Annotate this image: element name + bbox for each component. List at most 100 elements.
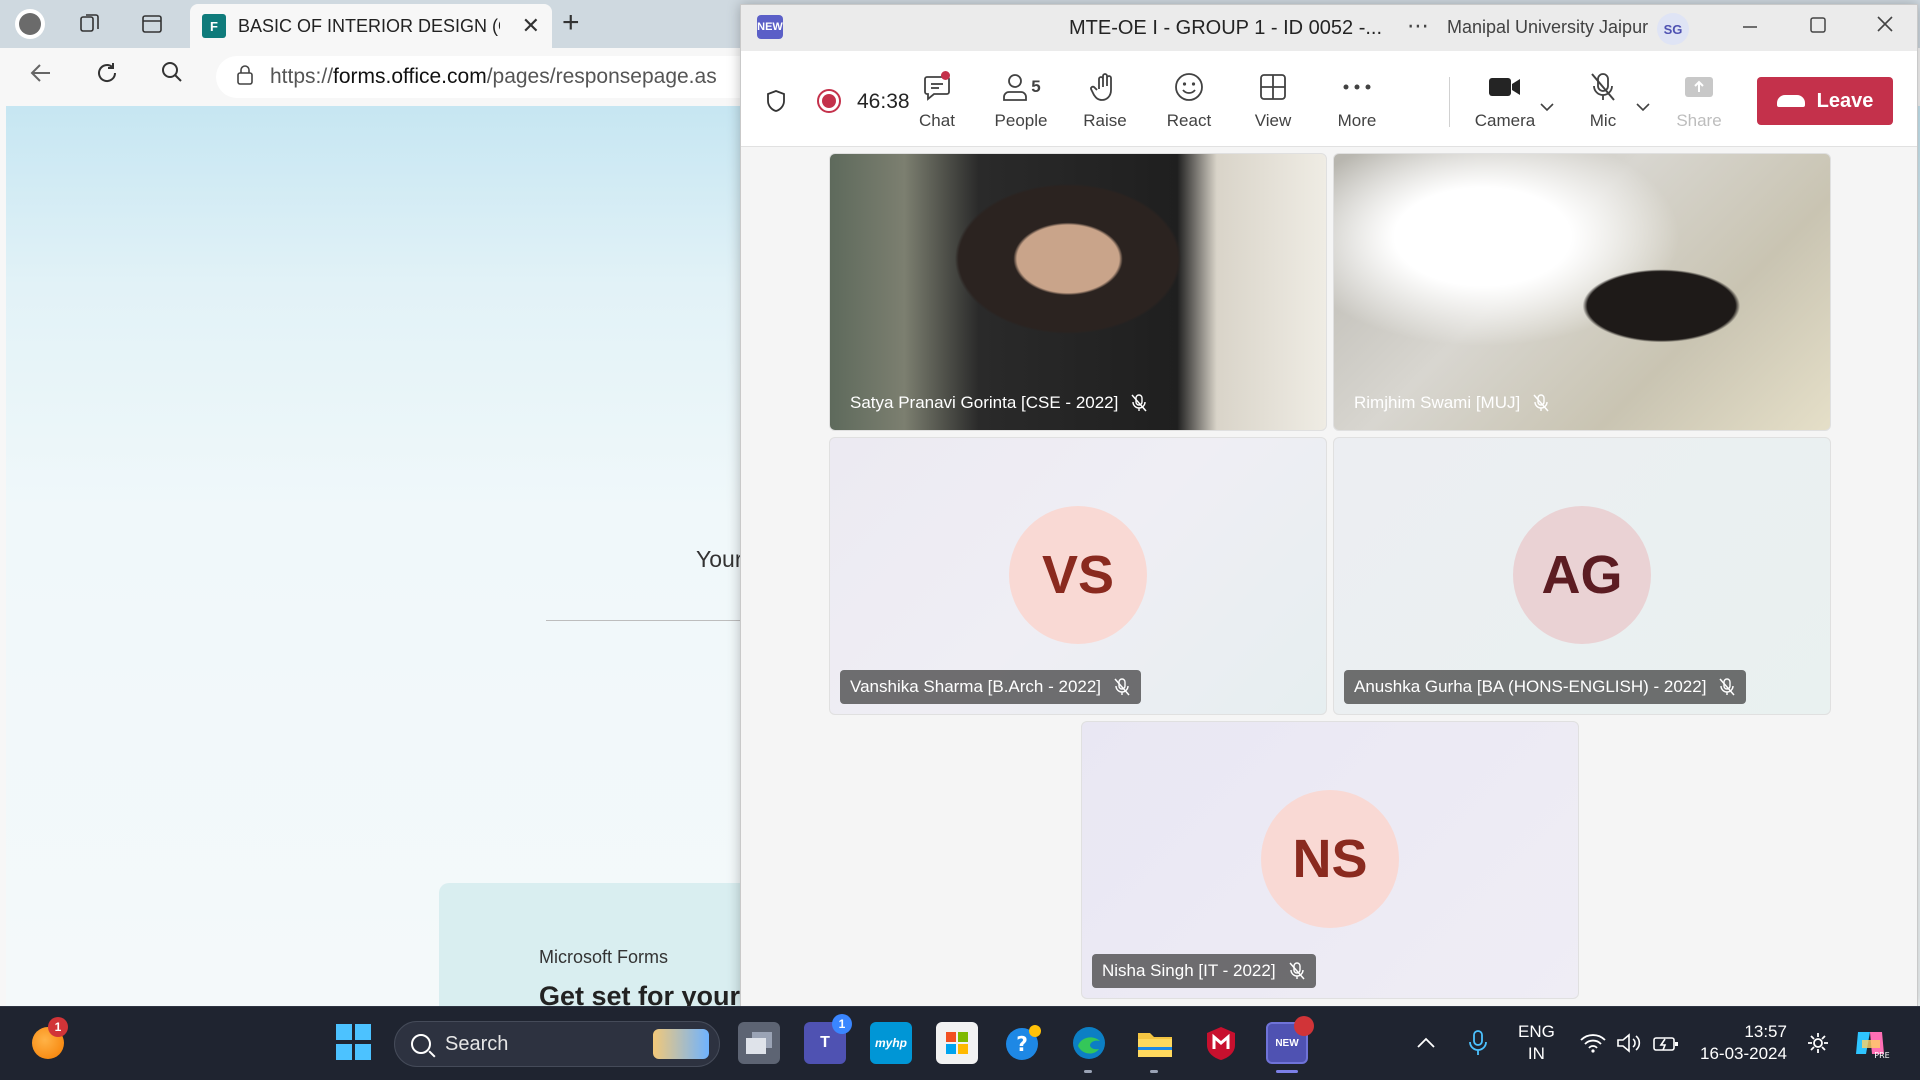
mic-off-icon [1131, 394, 1147, 412]
edge-browser-icon[interactable] [1068, 1022, 1110, 1064]
language-indicator[interactable]: ENG IN [1518, 1006, 1555, 1080]
org-name[interactable]: Manipal University Jaipur [1447, 17, 1648, 38]
myhp-icon[interactable]: myhp [870, 1022, 912, 1064]
react-button[interactable]: React [1149, 67, 1229, 131]
more-button[interactable]: More [1317, 67, 1397, 131]
app-running-indicator [1150, 1070, 1158, 1073]
avatar[interactable]: SG [1657, 13, 1689, 45]
page-partial-text: Your [696, 546, 743, 572]
participant-tile[interactable]: Satya Pranavi Gorinta [CSE - 2022] [829, 153, 1327, 431]
url-text: https://forms.office.com/pages/responsep… [270, 65, 717, 88]
taskbar-search-input[interactable]: Search [394, 1021, 720, 1067]
camera-icon [1465, 67, 1545, 107]
minimize-icon[interactable] [1741, 13, 1759, 43]
shield-icon[interactable] [765, 89, 787, 113]
wifi-icon[interactable] [1580, 1006, 1606, 1080]
notifications-gear-icon[interactable] [1806, 1006, 1830, 1080]
video-gallery: Satya Pranavi Gorinta [CSE - 2022] Rimjh… [741, 147, 1917, 1007]
participant-name-tag: Rimjhim Swami [MUJ] [1344, 386, 1560, 420]
profile-avatar-icon[interactable] [14, 8, 46, 40]
teams-logo-icon: NEW [757, 15, 783, 39]
participant-tile[interactable]: AG Anushka Gurha [BA (HONS-ENGLISH) - 20… [1333, 437, 1831, 715]
new-tab-icon[interactable]: + [562, 6, 580, 40]
meeting-title: MTE-OE I - GROUP 1 - ID 0052 -... [1069, 17, 1383, 39]
close-icon[interactable] [1875, 13, 1895, 43]
battery-icon[interactable] [1652, 1006, 1680, 1080]
forms-icon: F [202, 14, 226, 38]
mic-off-icon [1719, 678, 1735, 696]
workspaces-icon[interactable] [74, 8, 106, 40]
microphone-icon[interactable] [1468, 1006, 1488, 1080]
participant-name-tag: Anushka Gurha [BA (HONS-ENGLISH) - 2022] [1344, 670, 1747, 704]
maximize-icon[interactable] [1809, 13, 1827, 43]
teams-meeting-window: NEW MTE-OE I - GROUP 1 - ID 0052 -... ⋯ … [740, 4, 1918, 1007]
ellipsis-icon [1317, 67, 1397, 107]
teams-classic-icon[interactable]: T1 [804, 1014, 852, 1064]
mic-off-icon [1114, 678, 1130, 696]
share-button[interactable]: Share [1659, 67, 1739, 131]
emoji-icon [1149, 67, 1229, 107]
meeting-toolbar: 46:38 Chat 5 People Raise React View Mor… [741, 51, 1917, 147]
participant-tile[interactable]: VS Vanshika Sharma [B.Arch - 2022] [829, 437, 1327, 715]
volume-icon[interactable] [1616, 1006, 1644, 1080]
mic-off-icon [1533, 394, 1549, 412]
help-icon[interactable]: ? [1002, 1022, 1044, 1064]
hand-icon [1065, 67, 1145, 107]
lock-icon [236, 64, 254, 90]
svg-text:PRE: PRE [1874, 1051, 1889, 1060]
tab-title: BASIC OF INTERIOR DESIGN (OP [238, 15, 500, 36]
teams-title-bar: NEW MTE-OE I - GROUP 1 - ID 0052 -... ⋯ … [741, 5, 1917, 51]
toolbar-divider [1449, 77, 1450, 127]
participant-tile[interactable]: Rimjhim Swami [MUJ] [1333, 153, 1831, 431]
close-icon[interactable]: ✕ [522, 13, 540, 39]
people-count: 5 [1031, 77, 1041, 96]
participant-name-tag: Vanshika Sharma [B.Arch - 2022] [840, 670, 1142, 704]
leave-button[interactable]: Leave [1757, 77, 1893, 125]
chat-icon [897, 67, 977, 107]
tab-forms[interactable]: F BASIC OF INTERIOR DESIGN (OP ✕ [190, 4, 552, 48]
clock[interactable]: 13:57 16-03-2024 [1700, 1006, 1787, 1080]
chat-button[interactable]: Chat [897, 67, 977, 131]
search-icon[interactable] [160, 60, 184, 91]
notification-badge: 1 [48, 1017, 68, 1037]
refresh-icon[interactable] [94, 60, 120, 93]
vertical-tabs-icon[interactable] [136, 8, 168, 40]
mic-button[interactable]: Mic [1563, 67, 1643, 131]
view-button[interactable]: View [1233, 67, 1313, 131]
avatar: NS [1261, 790, 1399, 928]
file-explorer-icon[interactable] [1134, 1022, 1176, 1064]
svg-text:?: ? [1016, 1032, 1028, 1056]
task-view-icon[interactable] [738, 1022, 780, 1064]
avatar: AG [1513, 506, 1651, 644]
show-hidden-icons-chevron-up-icon[interactable] [1416, 1006, 1436, 1080]
app-active-indicator [1276, 1070, 1298, 1073]
teams-new-icon[interactable]: NEW [1266, 1016, 1314, 1064]
mic-options-chevron-down-icon[interactable] [1635, 99, 1651, 117]
participant-tile[interactable]: NS Nisha Singh [IT - 2022] [1081, 721, 1579, 999]
participant-name-tag: Satya Pranavi Gorinta [CSE - 2022] [840, 386, 1158, 420]
mic-off-icon [1288, 962, 1305, 980]
camera-options-chevron-down-icon[interactable] [1539, 99, 1555, 117]
app-running-indicator [1084, 1070, 1092, 1073]
search-highlight-icon [653, 1029, 709, 1059]
recording-icon [817, 89, 841, 113]
weather-widget[interactable]: 1 [28, 1017, 68, 1063]
copilot-icon[interactable]: PRE [1852, 1006, 1890, 1080]
notification-badge [1294, 1016, 1314, 1036]
people-button[interactable]: 5 People [981, 67, 1061, 131]
people-icon: 5 [981, 67, 1061, 107]
back-icon[interactable] [28, 60, 54, 93]
mic-off-icon [1563, 67, 1643, 107]
raise-hand-button[interactable]: Raise [1065, 67, 1145, 131]
camera-button[interactable]: Camera [1465, 67, 1545, 131]
hang-up-icon [1776, 95, 1805, 107]
share-icon [1659, 67, 1739, 107]
microsoft-store-icon[interactable] [936, 1022, 978, 1064]
grid-view-icon [1233, 67, 1313, 107]
avatar: VS [1009, 506, 1147, 644]
search-icon [411, 1034, 431, 1054]
unread-dot [941, 71, 950, 80]
mcafee-icon[interactable] [1200, 1022, 1242, 1064]
start-button[interactable] [336, 1024, 372, 1060]
more-icon[interactable]: ⋯ [1407, 13, 1429, 39]
